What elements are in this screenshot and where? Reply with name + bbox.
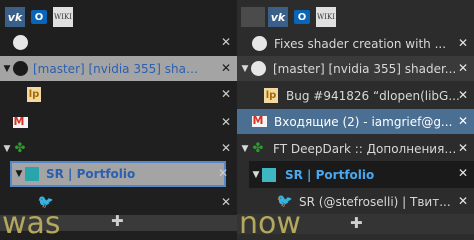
close-icon[interactable]: ✕ [458,61,468,75]
twisty-icon[interactable]: ▼ [14,169,24,179]
was-label: was [2,206,61,240]
close-icon[interactable]: ✕ [458,194,468,208]
close-icon[interactable]: ✕ [458,114,468,128]
gmail-icon [251,114,267,130]
tab-row[interactable]: ✕ [0,110,237,135]
now-panel: vk O WIKI Fixes shader creation with ...… [237,0,474,240]
close-icon[interactable]: ✕ [221,141,231,155]
close-icon[interactable]: ✕ [221,115,231,129]
tab-title: SR (@stefroselli) | Твит... [299,194,451,209]
close-icon[interactable]: ✕ [458,36,468,50]
twisty-icon[interactable]: ▼ [2,144,12,154]
github-icon [12,35,28,51]
tab-row[interactable]: ▼ ✤ FT DeepDark :: Дополнения ... ✕ [237,136,474,161]
pinned-tabs-now: vk O WIKI [241,6,340,28]
outlook-icon[interactable]: O [292,7,312,27]
close-icon[interactable]: ✕ [221,35,231,49]
tab-title: SR | Portfolio [46,167,136,181]
addon-icon: ✤ [252,141,264,156]
was-panel: vk O WIKI ✕ ▼ [master] [nvidia 355] shad… [0,0,237,240]
new-tab-button[interactable]: ✚ [350,214,363,232]
tab-row-highlighted[interactable]: ▼ SR | Portfolio [10,161,226,187]
tab-row-selected[interactable]: ▼ [master] [nvidia 355] shader... ✕ [0,56,237,81]
tab-title: Fixes shader creation with ... [274,36,447,51]
vk-icon[interactable]: vk [5,7,25,27]
wikipedia-icon[interactable]: WIKI [53,7,73,27]
tab-row[interactable]: ✕ [0,30,237,55]
twisty-icon[interactable]: ▼ [2,64,12,74]
tab-title: Bug #941826 “dlopen(libG... [286,88,460,103]
outlook-icon[interactable]: O [29,7,49,27]
pin-blank [241,7,265,27]
tab-row[interactable]: ▼ [master] [nvidia 355] shader... ✕ [237,56,474,81]
github-icon [250,61,266,77]
now-label: now [239,206,301,240]
close-icon[interactable]: ✕ [221,195,231,209]
close-icon[interactable]: ✕ [218,166,228,180]
new-tab-button[interactable]: ✚ [111,212,124,230]
pinned-tabs-was: vk O WIKI [5,6,77,28]
github-icon [12,61,28,77]
gmail-icon [12,115,28,131]
launchpad-icon: lp [27,87,41,102]
tab-row-active[interactable]: ▼ SR | Portfolio ✕ [249,161,474,188]
close-icon[interactable]: ✕ [221,61,231,75]
tab-title: [master] [nvidia 355] shader... [33,61,203,76]
launchpad-icon: lp [264,88,278,103]
tab-title: SR | Portfolio [285,167,375,182]
twisty-icon[interactable]: ▼ [240,144,250,154]
tab-title: Входящие (2) - iamgrief@g... [274,114,453,129]
twisty-icon[interactable]: ▼ [251,170,261,180]
addon-icon: ✤ [14,141,26,156]
sr-icon [261,167,277,183]
close-icon[interactable]: ✕ [458,88,468,102]
tab-row[interactable]: ▼ ✤ ✕ [0,136,237,161]
close-icon[interactable]: ✕ [458,141,468,155]
wikipedia-icon[interactable]: WIKI [316,7,336,27]
tab-title: [master] [nvidia 355] shader... [273,61,457,76]
tab-row-selected[interactable]: Входящие (2) - iamgrief@g... ✕ [237,109,474,134]
tab-row[interactable]: Fixes shader creation with ... ✕ [237,31,474,56]
twisty-icon[interactable]: ▼ [240,64,250,74]
github-icon [251,36,267,52]
close-icon[interactable]: ✕ [221,87,231,101]
vk-icon[interactable]: vk [268,7,288,27]
sr-icon [24,166,40,182]
tab-row[interactable]: lp Bug #941826 “dlopen(libG... ✕ [237,83,474,108]
tab-title: FT DeepDark :: Дополнения ... [273,141,457,156]
tab-row[interactable]: lp ✕ [0,82,237,107]
close-icon[interactable]: ✕ [458,166,468,180]
